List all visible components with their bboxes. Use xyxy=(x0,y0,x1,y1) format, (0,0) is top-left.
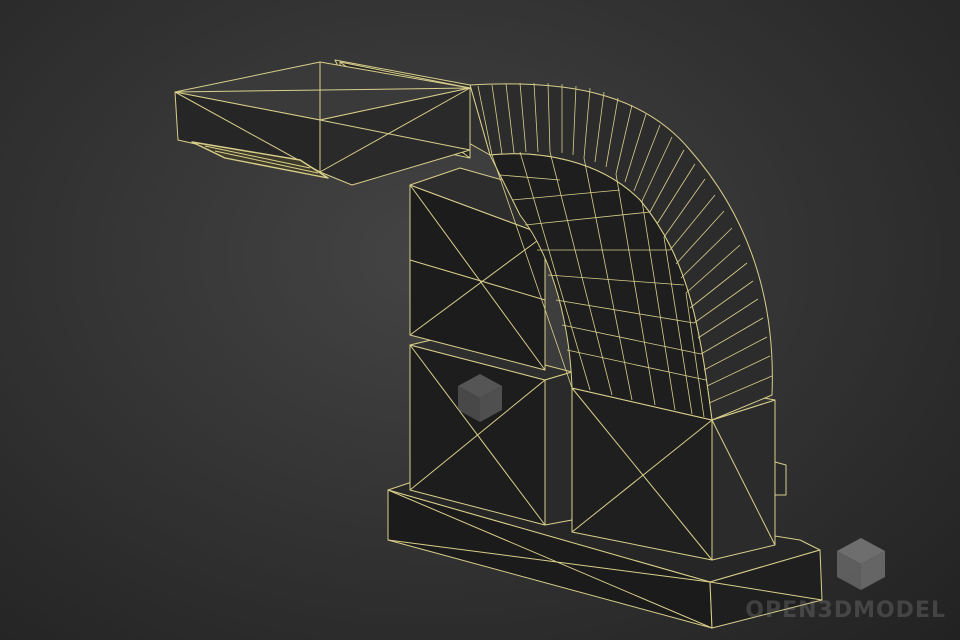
faucet-wireframe-model xyxy=(174,59,823,629)
render-viewport: OPEN3DMODEL xyxy=(0,0,960,640)
spout-head xyxy=(174,61,471,186)
cube-logo-icon xyxy=(837,538,885,590)
watermark-text: OPEN3DMODEL xyxy=(745,598,946,623)
cube-watermark-icon xyxy=(458,374,502,422)
